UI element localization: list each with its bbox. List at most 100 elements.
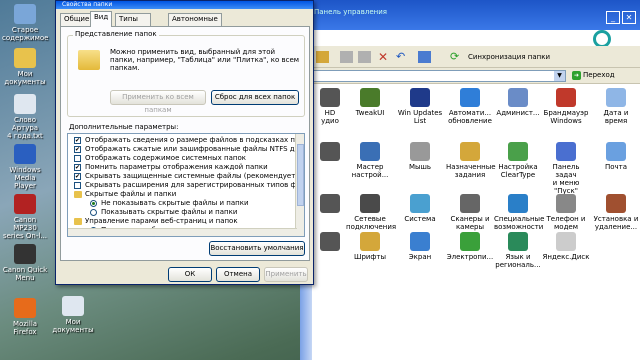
tab-general[interactable]: Общие xyxy=(60,13,94,26)
control-panel-item[interactable]: Сканеры и камеры xyxy=(446,192,494,231)
control-panel-item[interactable]: TweakUI xyxy=(346,86,394,117)
desktop-icon-label: Windows Media Player xyxy=(9,166,41,190)
apply-button[interactable]: Применить xyxy=(264,267,308,282)
checkbox[interactable]: ✔ xyxy=(74,173,81,180)
control-panel-item-label: Телефон и модем xyxy=(546,215,586,231)
desktop-icon[interactable]: Mozilla Firefox xyxy=(2,298,48,336)
control-panel-item[interactable]: Яндекс.Диск xyxy=(542,230,590,261)
go-label: Переход xyxy=(583,71,615,79)
control-panel-item-icon xyxy=(460,232,480,251)
go-button[interactable]: ➜ Переход xyxy=(572,71,615,80)
control-panel-item-label: Язык и региональ... xyxy=(495,253,541,269)
control-panel-item-label: Автомати... обновление xyxy=(448,109,492,125)
radio-button[interactable] xyxy=(90,200,97,207)
desktop-icon-label: Слово Артура 4 года.txt xyxy=(7,116,43,140)
advanced-setting-label: Отображать содержимое системных папок xyxy=(85,154,246,162)
advanced-setting-label: Отображать сжатые или зашифрованные файл… xyxy=(85,145,300,153)
desktop-icon[interactable]: Мои документы xyxy=(50,296,96,334)
vertical-scrollbar[interactable] xyxy=(295,134,304,236)
control-panel-item[interactable]: Специальные возможности xyxy=(494,192,544,231)
restore-defaults-button[interactable]: Восстановить умолчания xyxy=(209,241,305,256)
close-button[interactable]: ✕ xyxy=(622,11,636,24)
control-panel-item-icon xyxy=(320,232,340,251)
control-panel-item[interactable]: Дата и время xyxy=(592,86,640,125)
desktop-icon-label: Mozilla Firefox xyxy=(12,320,38,336)
checkbox[interactable]: ✔ xyxy=(74,146,81,153)
scroll-thumb[interactable] xyxy=(297,144,304,206)
cancel-button[interactable]: Отмена xyxy=(216,267,260,282)
checkbox[interactable] xyxy=(74,182,81,189)
reset-all-button[interactable]: Сброс для всех папок xyxy=(211,90,299,105)
horizontal-scrollbar[interactable] xyxy=(68,228,297,236)
sync-icon[interactable]: ⟳ xyxy=(450,51,463,63)
dialog-title: Свойства папки xyxy=(56,1,313,9)
control-panel-item-icon xyxy=(460,88,480,107)
control-panel-item-label: Win Updates List xyxy=(397,109,443,125)
control-panel-item[interactable]: Настройка ClearType xyxy=(494,140,542,179)
ok-button[interactable]: ОК xyxy=(168,267,212,282)
tab-view[interactable]: Вид xyxy=(90,11,113,27)
control-panel-item-label: Мышь xyxy=(408,163,432,171)
desktop-icon[interactable]: Слово Артура 4 года.txt xyxy=(2,94,48,140)
control-panel-item[interactable]: Язык и региональ... xyxy=(494,230,542,269)
tab-offline-files[interactable]: Автономные файлы xyxy=(168,13,222,34)
checkbox[interactable]: ✔ xyxy=(74,137,81,144)
desktop-icon[interactable]: Windows Media Player xyxy=(2,144,48,190)
control-panel-item[interactable]: Почта xyxy=(592,140,640,171)
address-dropdown-icon[interactable]: ▼ xyxy=(554,71,565,81)
control-panel-item[interactable]: Win Updates List xyxy=(396,86,444,125)
control-panel-item[interactable]: Телефон и модем xyxy=(542,192,590,231)
control-panel-item[interactable]: Экран xyxy=(396,230,444,261)
control-panel-item[interactable]: Установка и удаление... xyxy=(592,192,640,231)
control-panel-item[interactable]: Сетевые подключения xyxy=(346,192,396,231)
control-panel-title: Панель управления xyxy=(314,8,387,16)
apply-to-all-button[interactable]: Применить ко всем папкам xyxy=(110,90,206,114)
move-to-icon[interactable] xyxy=(340,51,353,63)
delete-icon[interactable]: ✕ xyxy=(378,51,391,63)
minimize-button[interactable]: _ xyxy=(606,11,620,24)
control-panel-item[interactable]: Шрифты xyxy=(346,230,394,261)
control-panel-item-icon xyxy=(360,194,380,213)
views-icon[interactable] xyxy=(418,51,431,63)
control-panel-item-label: Электропи... xyxy=(446,253,494,261)
desktop-icon[interactable]: Мои документы xyxy=(2,48,48,86)
desktop-icon-image xyxy=(14,194,36,214)
control-panel-item-icon xyxy=(460,142,480,161)
control-panel-item-label: Шрифты xyxy=(353,253,387,261)
control-panel-item[interactable]: Электропи... xyxy=(446,230,494,261)
desktop-icon-image xyxy=(14,298,36,318)
checkbox[interactable]: ✔ xyxy=(74,164,81,171)
desktop-icon[interactable]: Старое содержимое xyxy=(2,4,48,42)
control-panel-item-label: Брандмауэр Windows xyxy=(543,109,589,125)
control-panel-item[interactable]: Брандмауэр Windows xyxy=(542,86,590,125)
address-input[interactable]: ▼ xyxy=(312,70,566,82)
control-panel-item-icon xyxy=(410,142,430,161)
control-panel-item-label: Система xyxy=(404,215,436,223)
control-panel-item[interactable]: Назначенные задания xyxy=(446,140,496,179)
control-panel-item[interactable]: Автомати... обновление xyxy=(446,86,494,125)
control-panel-item-icon xyxy=(320,88,340,107)
checkbox[interactable] xyxy=(74,155,81,162)
desktop-icon-image xyxy=(14,244,36,264)
tab-file-types[interactable]: Типы файлов xyxy=(115,13,151,34)
control-panel-item-label: Панель задач и меню "Пуск" xyxy=(552,163,580,195)
control-panel-item-label: TweakUI xyxy=(355,109,385,117)
desktop-icon[interactable]: Canon MP230 series On-l... xyxy=(2,194,48,240)
control-panel-item-icon xyxy=(320,142,340,161)
control-panel-item[interactable]: Мастер настрой... xyxy=(346,140,394,179)
radio-button[interactable] xyxy=(90,209,97,216)
control-panel-item[interactable]: Панель задач и меню "Пуск" xyxy=(542,140,590,195)
desktop-icon[interactable]: Canon Quick Menu xyxy=(2,244,48,282)
control-panel-item[interactable]: Мышь xyxy=(396,140,444,171)
advanced-settings-list: ✔ Отображать сведения о размере файлов в … xyxy=(67,133,305,237)
control-panel-item-icon xyxy=(556,232,576,251)
desktop-icon-image xyxy=(14,4,36,24)
control-panel-item[interactable]: Система xyxy=(396,192,444,223)
control-panel-item-icon xyxy=(556,88,576,107)
sync-label[interactable]: Синхронизация папки xyxy=(468,53,550,61)
copy-to-icon[interactable] xyxy=(358,51,371,63)
undo-icon[interactable]: ↶ xyxy=(396,51,409,63)
control-panel-item-icon xyxy=(410,232,430,251)
folders-icon[interactable] xyxy=(316,51,329,63)
control-panel-item[interactable]: Админист... xyxy=(494,86,542,117)
